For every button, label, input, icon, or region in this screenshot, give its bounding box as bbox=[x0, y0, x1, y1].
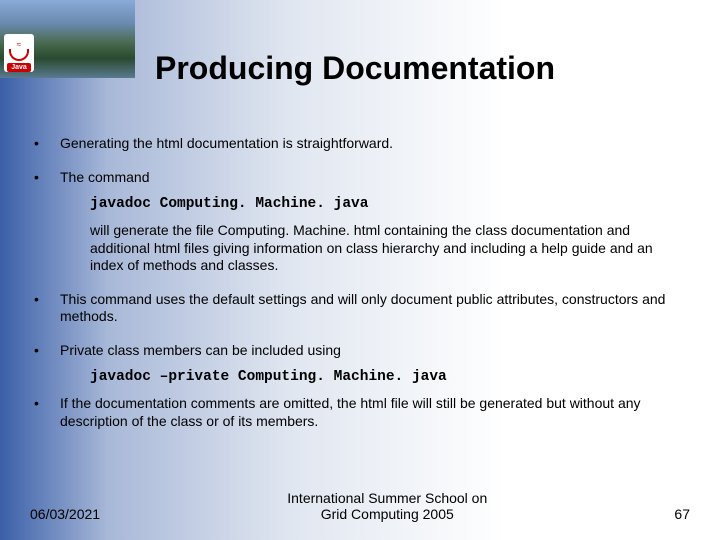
bullet-text: Private class members can be included us… bbox=[60, 342, 690, 360]
slide-content: • Generating the html documentation is s… bbox=[30, 135, 690, 446]
bullet-text: This command uses the default settings a… bbox=[60, 291, 690, 326]
steam-icon: ≈ bbox=[17, 41, 21, 49]
bullet-4: • Private class members can be included … bbox=[30, 342, 690, 360]
bullet-marker: • bbox=[30, 395, 60, 430]
bullet-text: If the documentation comments are omitte… bbox=[60, 395, 690, 430]
bullet-3: • This command uses the default settings… bbox=[30, 291, 690, 326]
java-logo-text: Java bbox=[7, 63, 31, 72]
footer-center-text: International Summer School on Grid Comp… bbox=[287, 490, 487, 522]
bullet-1: • Generating the html documentation is s… bbox=[30, 135, 690, 153]
footer-page-number: 67 bbox=[674, 506, 690, 522]
java-logo: ≈ Java bbox=[4, 34, 34, 72]
bullet-2: • The command bbox=[30, 169, 690, 187]
header-photo: ≈ Java bbox=[0, 0, 135, 78]
bullet-marker: • bbox=[30, 135, 60, 153]
slide-title: Producing Documentation bbox=[155, 50, 555, 87]
footer-center: International Summer School on Grid Comp… bbox=[100, 490, 674, 522]
code-line-1: javadoc Computing. Machine. java bbox=[90, 196, 690, 212]
footer-date: 06/03/2021 bbox=[30, 506, 100, 522]
bullet-text: The command bbox=[60, 169, 690, 187]
bullet-marker: • bbox=[30, 342, 60, 360]
bullet-text: Generating the html documentation is str… bbox=[60, 135, 690, 153]
cup-icon bbox=[9, 49, 29, 61]
follow-text-1: will generate the file Computing. Machin… bbox=[90, 222, 690, 275]
slide-footer: 06/03/2021 International Summer School o… bbox=[30, 490, 690, 522]
bullet-5: • If the documentation comments are omit… bbox=[30, 395, 690, 430]
bullet-marker: • bbox=[30, 169, 60, 187]
bullet-marker: • bbox=[30, 291, 60, 326]
code-line-2: javadoc –private Computing. Machine. jav… bbox=[90, 369, 690, 385]
